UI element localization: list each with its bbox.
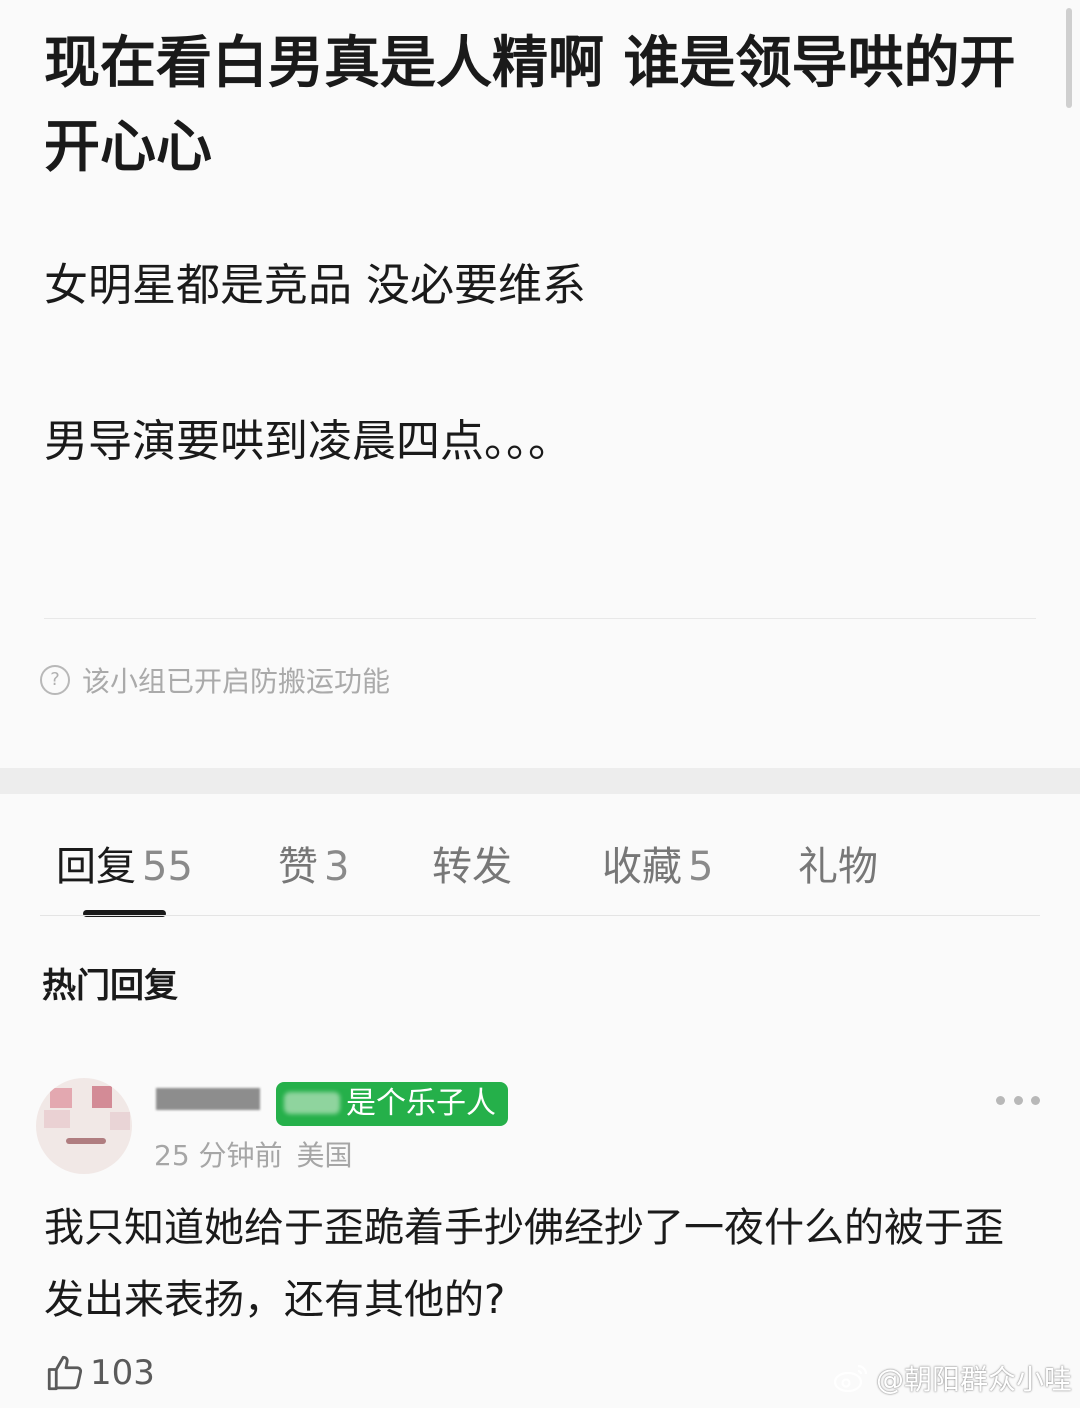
divider [44,618,1036,619]
post-paragraph: 女明星都是竞品 没必要维系 [44,260,586,311]
tab-count: 3 [324,844,350,890]
divider [40,915,1040,916]
tab-gifts[interactable]: 礼物 [798,834,878,892]
watermark: @朝阳群众小哇 [832,1358,1072,1398]
post-content: 现在看白男真是人精啊 谁是领导哄的开开心心 女明星都是竞品 没必要维系 男导演要… [0,0,1080,768]
notice-text: 该小组已开启防搬运功能 [82,665,391,698]
tab-reposts[interactable]: 转发 [432,834,512,892]
username-redacted[interactable] [156,1088,260,1110]
badge-redacted [284,1092,340,1114]
user-badge[interactable]: 是个乐子人 [276,1082,508,1126]
question-circle-icon: ? [40,665,70,695]
reply-location: 美国 [296,1139,353,1172]
reply-meta: 25 分钟前 美国 [154,1134,353,1174]
tab-label: 收藏 [602,844,682,890]
more-dots-icon[interactable] [996,1086,1040,1114]
section-gap [0,768,1080,794]
reply-text: 我只知道她给于歪跪着手抄佛经抄了一夜什么的被于歪发出来表扬，还有其他的? [44,1205,1004,1323]
tab-label: 转发 [432,844,512,890]
like-button[interactable]: 103 [44,1352,155,1394]
watermark-text: @朝阳群众小哇 [875,1363,1072,1396]
post-title: 现在看白男真是人精啊 谁是领导哄的开开心心 [44,31,1016,180]
reply-time: 25 分钟前 [154,1139,283,1172]
tab-label: 回复 [56,844,136,890]
badge-label: 是个乐子人 [346,1086,496,1121]
tab-likes[interactable]: 赞3 [278,834,349,892]
post-paragraph: 男导演要哄到凌晨四点。。。 [44,416,572,467]
tab-label: 赞 [278,844,318,890]
anti-repost-notice[interactable]: ? 该小组已开启防搬运功能 [40,660,390,700]
tab-count: 5 [688,844,714,890]
tab-label: 礼物 [798,844,878,890]
scrollbar[interactable] [1066,8,1072,108]
thumbs-up-icon [47,1355,83,1391]
tab-bar: 回复 55 赞3 转发 收藏 5 礼物 [0,834,1080,890]
weibo-logo-icon [833,1364,868,1393]
like-count: 103 [90,1353,155,1393]
tab-replies[interactable]: 回复 55 [56,834,193,892]
tab-count: 55 [142,844,193,890]
avatar[interactable] [36,1078,132,1174]
reply-section: 回复 55 赞3 转发 收藏 5 礼物 热门回复 是个乐子人 25 分钟前 美国 我只… [0,794,1080,1408]
hot-replies-heading: 热门回复 [42,966,178,1006]
tab-favorites[interactable]: 收藏 5 [602,834,713,892]
